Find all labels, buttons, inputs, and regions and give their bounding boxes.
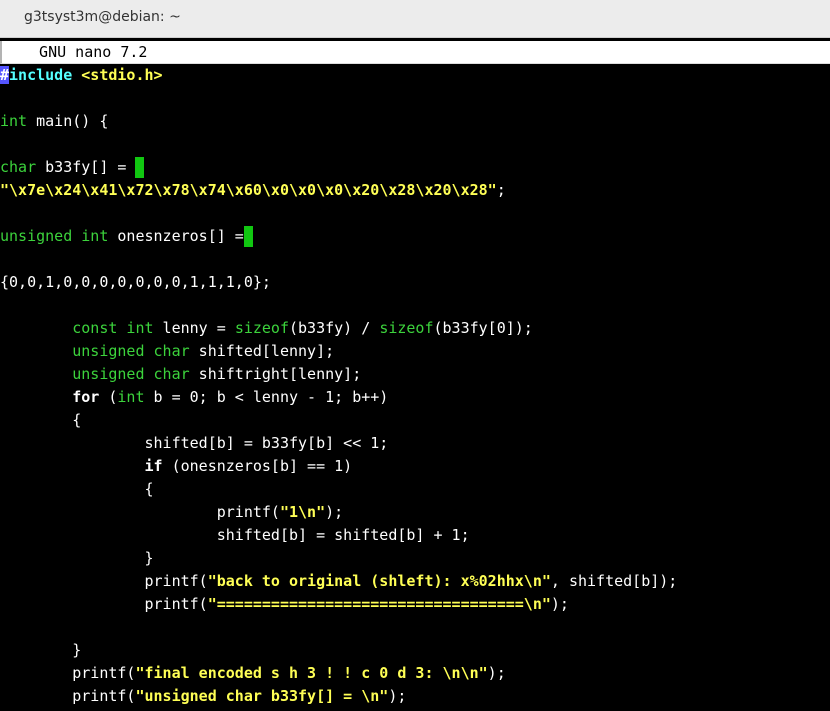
code-line: {0,0,1,0,0,0,0,0,0,0,1,1,1,0}; [0, 273, 271, 291]
nano-version-label: GNU nano 7.2 [21, 43, 148, 61]
code-text: shiftright[lenny]; [189, 365, 362, 383]
window-titlebar: g3tsyst3m@debian: ~ [0, 0, 830, 38]
code-text: b33fy[] = [36, 158, 127, 176]
string-literal: "final encoded s h 3 ! ! c 0 d 3: \n\n" [135, 664, 488, 682]
string-literal: "\x7e\x24\x41\x72\x78\x74\x60\x0\x0\x0\x… [0, 181, 497, 199]
code-text: main() { [27, 112, 109, 130]
if-keyword: if [144, 457, 163, 475]
code-text: ); [550, 595, 569, 613]
code-line: { [0, 480, 154, 498]
code-text: (onesnzeros[b] == 1) [162, 457, 353, 475]
trailing-whitespace-marker [135, 157, 145, 178]
editor-area[interactable]: #include <stdio.h> int main() { char b33… [0, 64, 830, 711]
string-literal: "unsigned char b33fy[] = \n" [135, 687, 389, 705]
empty-line [0, 87, 830, 110]
code-text: ); [325, 503, 344, 521]
string-literal: "back to original (shleft): x%02hhx\n" [207, 572, 551, 590]
code-text: printf( [144, 572, 208, 590]
code-text: , shifted[b]); [550, 572, 678, 590]
code-text: (b33fy[0]); [433, 319, 533, 337]
code-text: shifted[lenny]; [189, 342, 335, 360]
code-line: char b33fy[] = [0, 156, 830, 179]
code-text: printf( [144, 595, 208, 613]
code-text: ); [487, 664, 506, 682]
type-keyword: int [117, 388, 145, 406]
code-line: int main() { [0, 110, 830, 133]
code-line: { [0, 411, 82, 429]
code-line: printf("================================… [0, 593, 830, 616]
include-header: <stdio.h> [81, 66, 163, 84]
type-keyword: unsigned char [72, 342, 190, 360]
empty-line [0, 248, 830, 271]
nano-header-bar: GNU nano 7.2 [0, 41, 830, 64]
string-literal: "1\n" [279, 503, 326, 521]
empty-line [0, 616, 830, 639]
code-text: (b33fy) / [289, 319, 380, 337]
code-text: ); [388, 687, 407, 705]
preprocessor-directive: include [9, 66, 73, 84]
code-line: } [0, 549, 154, 567]
code-line: "\x7e\x24\x41\x72\x78\x74\x60\x0\x0\x0\x… [0, 179, 830, 202]
code-line: unsigned char shiftright[lenny]; [0, 363, 830, 386]
code-text: printf( [72, 664, 136, 682]
empty-line [0, 202, 830, 225]
code-line: printf("unsigned char b33fy[] = \n"); [0, 685, 830, 708]
code-text: ; [496, 181, 506, 199]
code-line: if (onesnzeros[b] == 1) [0, 455, 830, 478]
type-keyword: unsigned char [72, 365, 190, 383]
code-text: printf( [72, 687, 136, 705]
code-text: b = 0; b < lenny - 1; b++) [144, 388, 389, 406]
code-line: const int lenny = sizeof(b33fy) / sizeof… [0, 317, 830, 340]
window-title: g3tsyst3m@debian: ~ [24, 9, 181, 25]
code-text: lenny = [153, 319, 235, 337]
code-line: } [0, 641, 82, 659]
code-text: printf( [216, 503, 280, 521]
sizeof-keyword: sizeof [234, 319, 289, 337]
type-keyword: char [0, 158, 37, 176]
code-line: unsigned char shifted[lenny]; [0, 340, 830, 363]
type-keyword: unsigned int [0, 227, 109, 245]
code-line: for (int b = 0; b < lenny - 1; b++) [0, 386, 830, 409]
code-line: shifted[b] = shifted[b] + 1; [0, 526, 470, 544]
code-line: shifted[b] = b33fy[b] << 1; [0, 434, 389, 452]
code-text: ( [99, 388, 118, 406]
code-line: printf("back to original (shleft): x%02h… [0, 570, 830, 593]
code-line: printf("1\n"); [0, 501, 830, 524]
text-cursor [243, 226, 253, 247]
empty-line [0, 294, 830, 317]
string-literal: "==================================\n" [207, 595, 551, 613]
type-keyword: const int [72, 319, 154, 337]
type-keyword: int [0, 112, 28, 130]
sizeof-keyword: sizeof [379, 319, 434, 337]
code-line: printf("final encoded s h 3 ! ! c 0 d 3:… [0, 662, 830, 685]
code-line: #include <stdio.h> [0, 64, 830, 87]
hash-char: # [0, 66, 10, 84]
empty-line [0, 133, 830, 156]
code-line: unsigned int onesnzeros[] = [0, 225, 830, 248]
for-keyword: for [72, 388, 100, 406]
code-text: onesnzeros[] = [108, 227, 244, 245]
